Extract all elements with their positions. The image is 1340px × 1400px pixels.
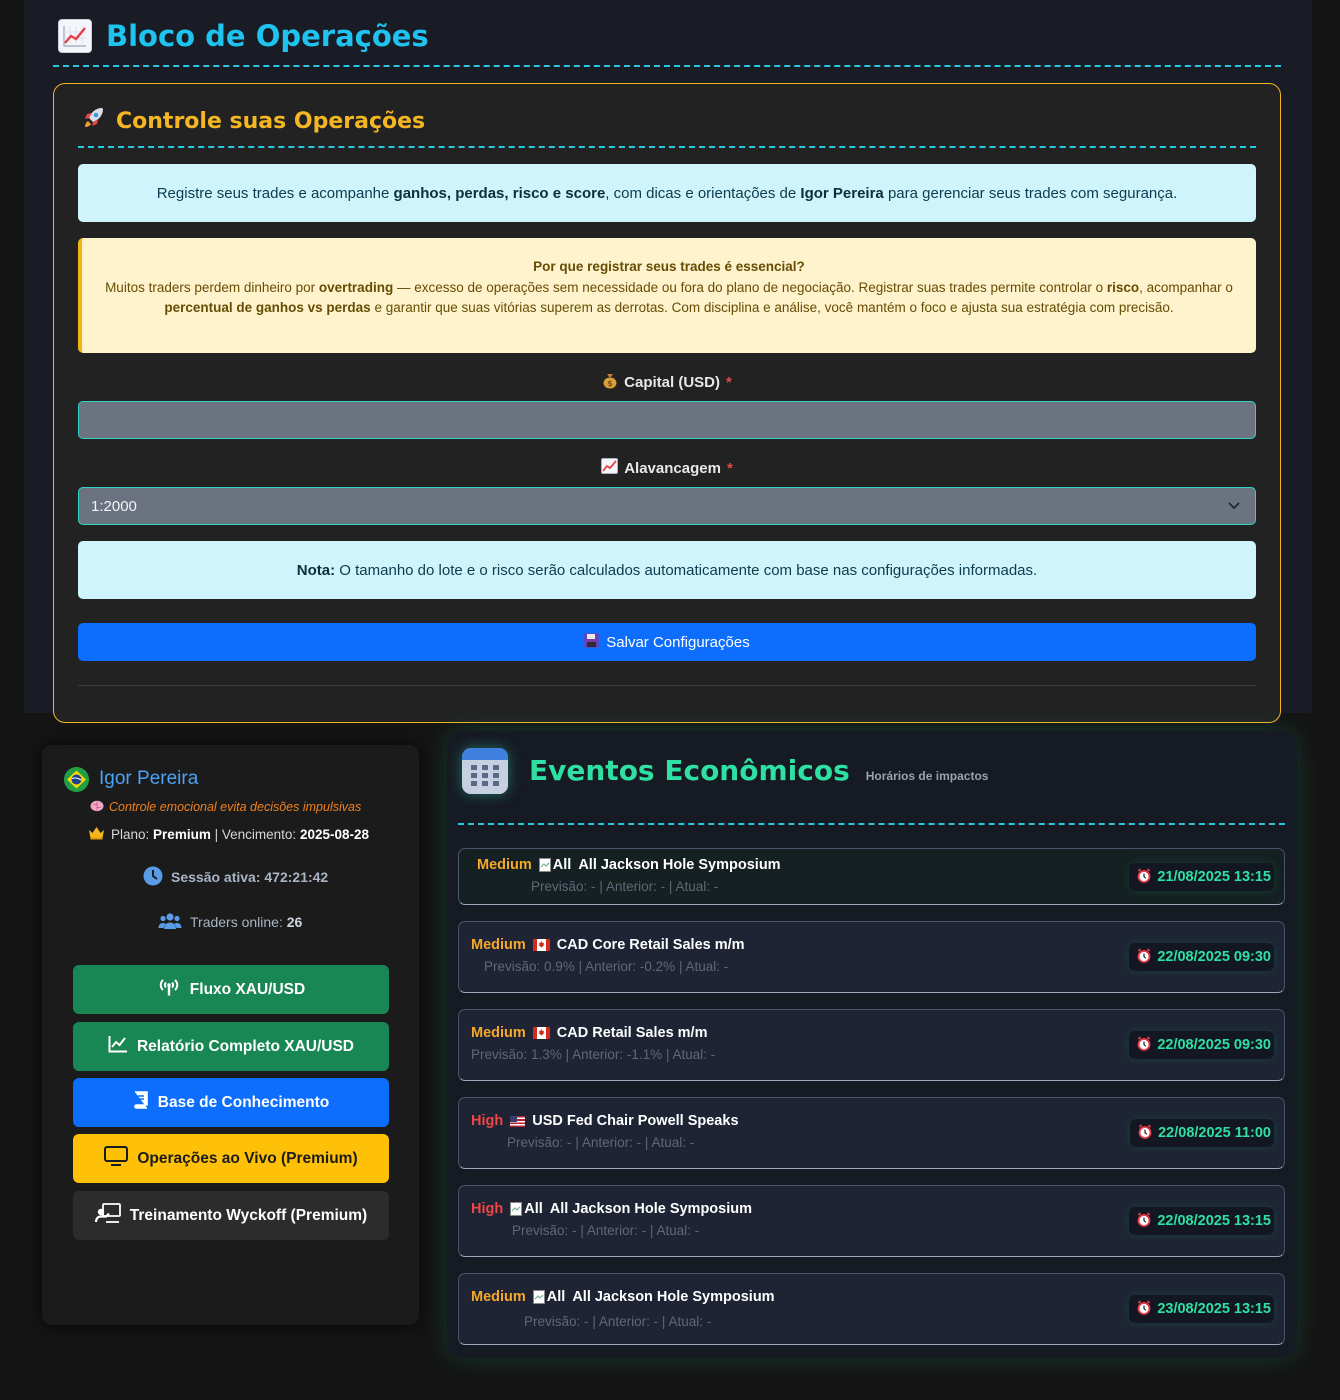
event-item[interactable]: Medium All All Jackson Hole Symposium Pr… <box>458 1273 1285 1345</box>
calendar-icon <box>462 748 508 794</box>
chart-increasing-icon <box>58 19 92 53</box>
broken-flag-image: All <box>510 1201 543 1217</box>
events-title: Eventos Econômicos Horários de impactos <box>529 754 988 788</box>
event-item[interactable]: Medium All All Jackson Hole Symposium Pr… <box>458 848 1285 905</box>
event-time: 22/08/2025 09:30 <box>1129 943 1274 971</box>
card-title: Controle suas Operações <box>80 104 425 138</box>
events-subtitle: Horários de impactos <box>865 769 989 783</box>
broadcast-icon <box>157 978 181 1001</box>
impact-badge: High <box>471 1201 504 1217</box>
event-item[interactable]: Medium CAD Retail Sales m/m Previsão: 1.… <box>458 1009 1285 1081</box>
chevron-down-icon <box>1227 498 1241 516</box>
event-details: Previsão: 1.3% | Anterior: -1.1% | Atual… <box>471 1047 716 1062</box>
event-name: CAD Core Retail Sales m/m <box>556 937 745 953</box>
emotional-tip: Controle emocional evita decisões impuls… <box>90 798 361 816</box>
impact-badge: Medium <box>477 857 532 873</box>
crown-icon <box>88 826 105 843</box>
card-title-divider <box>78 146 1256 148</box>
event-name: All Jackson Hole Symposium <box>549 1201 753 1217</box>
tv-icon <box>104 1146 129 1171</box>
intro-box: Registre seus trades e acompanhe ganhos,… <box>78 164 1256 222</box>
event-details: Previsão: - | Anterior: - | Atual: - <box>531 879 719 894</box>
teacher-icon <box>94 1203 121 1228</box>
alarm-clock-icon <box>1137 867 1151 887</box>
impact-badge: Medium <box>471 1289 526 1305</box>
event-name: USD Fed Chair Powell Speaks <box>532 1113 739 1129</box>
event-name: CAD Retail Sales m/m <box>556 1025 708 1041</box>
event-time: 21/08/2025 13:15 <box>1129 863 1274 891</box>
event-details: Previsão: - | Anterior: - | Atual: - <box>524 1314 712 1329</box>
page-title-text: Bloco de Operações <box>106 19 429 53</box>
impact-badge: High <box>471 1113 504 1129</box>
page-title: Bloco de Operações <box>58 16 429 56</box>
leverage-select[interactable]: 1:2000 <box>78 487 1256 525</box>
leverage-label: Alavancagem * <box>78 457 1256 479</box>
intro-text: Registre seus trades e acompanhe ganhos,… <box>156 184 1178 202</box>
events-divider <box>458 823 1285 825</box>
events-title-text: Eventos Econômicos <box>529 754 850 787</box>
capital-input[interactable] <box>78 401 1256 439</box>
usa-flag-icon <box>510 1115 526 1127</box>
event-name: All Jackson Hole Symposium <box>578 857 781 873</box>
event-time: 23/08/2025 13:15 <box>1129 1295 1274 1323</box>
knowledge-base-button[interactable]: Base de Conhecimento <box>73 1078 389 1127</box>
impact-badge: Medium <box>471 937 526 953</box>
event-details: Previsão: 0.9% | Anterior: -0.2% | Atual… <box>484 959 729 974</box>
session-info: Sessão ativa: 472:21:42 <box>143 866 328 888</box>
event-details: Previsão: - | Anterior: - | Atual: - <box>512 1223 700 1238</box>
brain-icon <box>90 800 104 815</box>
event-time: 22/08/2025 13:15 <box>1129 1207 1274 1235</box>
warning-title: Por que registrar seus trades é essencia… <box>533 259 805 274</box>
event-time: 22/08/2025 09:30 <box>1129 1031 1274 1059</box>
svg-text:$: $ <box>607 379 613 388</box>
clock-icon <box>143 866 163 889</box>
event-item[interactable]: High All All Jackson Hole Symposium Prev… <box>458 1185 1285 1257</box>
event-item[interactable]: High USD Fed Chair Powell Speaks Previsã… <box>458 1097 1285 1169</box>
floppy-disk-icon <box>584 633 599 652</box>
event-name: All Jackson Hole Symposium <box>572 1289 775 1305</box>
event-item[interactable]: Medium CAD Core Retail Sales m/m Previsã… <box>458 921 1285 993</box>
impact-badge: Medium <box>471 1025 526 1041</box>
card-divider <box>78 685 1256 686</box>
book-icon <box>133 1091 149 1114</box>
plan-info: Plano: Premium | Vencimento: 2025-08-28 <box>88 824 369 844</box>
event-details: Previsão: - | Anterior: - | Atual: - <box>507 1135 695 1150</box>
line-chart-icon <box>108 1035 128 1058</box>
alarm-clock-icon <box>1137 1035 1151 1055</box>
note-text: Nota: O tamanho do lote e o risco serão … <box>296 561 1038 579</box>
broken-flag-image: All <box>532 1289 565 1305</box>
live-operations-button[interactable]: Operações ao Vivo (Premium) <box>73 1134 389 1183</box>
canada-flag-icon <box>532 1027 550 1039</box>
title-divider <box>53 65 1281 67</box>
users-icon <box>158 912 182 933</box>
warning-box: Por que registrar seus trades é essencia… <box>78 238 1256 353</box>
brazil-flag-icon <box>64 766 89 792</box>
capital-label: $ Capital (USD) * <box>78 371 1256 393</box>
full-report-button[interactable]: Relatório Completo XAU/USD <box>73 1022 389 1071</box>
user-name[interactable]: Igor Pereira <box>99 768 198 790</box>
money-bag-icon: $ <box>602 372 618 393</box>
alarm-clock-icon <box>1137 1211 1151 1231</box>
alarm-clock-icon <box>1137 1299 1151 1319</box>
broken-flag-image: All <box>538 857 571 873</box>
chart-increasing-icon <box>601 458 619 478</box>
online-info: Traders online: 26 <box>158 911 302 933</box>
rocket-icon <box>80 105 106 137</box>
alarm-clock-icon <box>1137 947 1151 967</box>
alarm-clock-icon <box>1138 1123 1152 1143</box>
flow-xauusd-button[interactable]: Fluxo XAU/USD <box>73 965 389 1014</box>
canada-flag-icon <box>532 939 550 951</box>
save-settings-button[interactable]: Salvar Configurações <box>78 623 1256 661</box>
wyckoff-training-button[interactable]: Treinamento Wyckoff (Premium) <box>73 1191 389 1240</box>
event-time: 22/08/2025 11:00 <box>1130 1119 1274 1147</box>
note-box: Nota: O tamanho do lote e o risco serão … <box>78 541 1256 599</box>
card-title-text: Controle suas Operações <box>116 108 426 134</box>
user-row: Igor Pereira <box>64 766 198 792</box>
warning-text: Muitos traders perdem dinheiro por overt… <box>105 279 1233 316</box>
